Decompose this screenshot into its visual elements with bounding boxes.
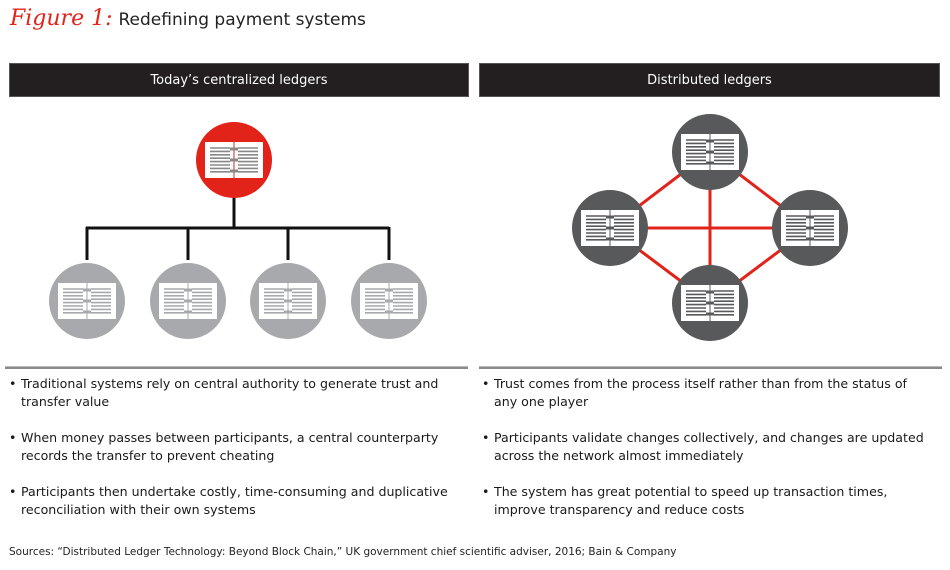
distributed-ledger-node-bottom (672, 265, 748, 341)
ledger-book-icon (205, 142, 263, 178)
ledger-book-icon (581, 210, 639, 246)
ledger-book-icon (159, 283, 217, 319)
bullet-item: Trust comes from the process itself rath… (482, 375, 927, 411)
distributed-ledgers-bullets: Trust comes from the process itself rath… (482, 375, 927, 537)
distributed-ledger-diagram (572, 114, 848, 341)
bullet-item: Participants then undertake costly, time… (9, 483, 449, 519)
centralized-ledgers-bullets: Traditional systems rely on central auth… (9, 375, 449, 537)
participant-ledger-node-4 (351, 263, 427, 339)
left-divider (5, 366, 468, 369)
central-ledger-node (196, 122, 272, 198)
connector-lines (85, 195, 391, 260)
ledger-book-icon (58, 283, 116, 319)
bullet-item: When money passes between participants, … (9, 429, 449, 465)
ledger-book-icon (259, 283, 317, 319)
ledger-book-icon (681, 134, 739, 170)
bullet-item: The system has great potential to speed … (482, 483, 927, 519)
right-divider (479, 366, 942, 369)
figure-title: Figure 1: Redefining payment systems (10, 6, 366, 40)
participant-ledger-node-3 (250, 263, 326, 339)
centralized-ledger-diagram (49, 122, 427, 339)
ledger-book-icon (781, 210, 839, 246)
participant-ledger-node-2 (150, 263, 226, 339)
figure-label: Figure 1: (10, 6, 113, 31)
bullet-item: Traditional systems rely on central auth… (9, 375, 449, 411)
figure-title-text: Redefining payment systems (118, 10, 366, 30)
centralized-ledgers-header: Today’s centralized ledgers (9, 63, 469, 97)
distributed-ledger-node-left (572, 190, 648, 266)
ledger-book-icon (681, 285, 739, 321)
bullet-item: Participants validate changes collective… (482, 429, 927, 465)
distributed-ledger-node-right (772, 190, 848, 266)
ledger-book-icon (360, 283, 418, 319)
distributed-ledgers-header: Distributed ledgers (479, 63, 940, 97)
source-note: Sources: “Distributed Ledger Technology:… (9, 546, 677, 558)
participant-ledger-node-1 (49, 263, 125, 339)
distributed-ledger-node-top (672, 114, 748, 190)
